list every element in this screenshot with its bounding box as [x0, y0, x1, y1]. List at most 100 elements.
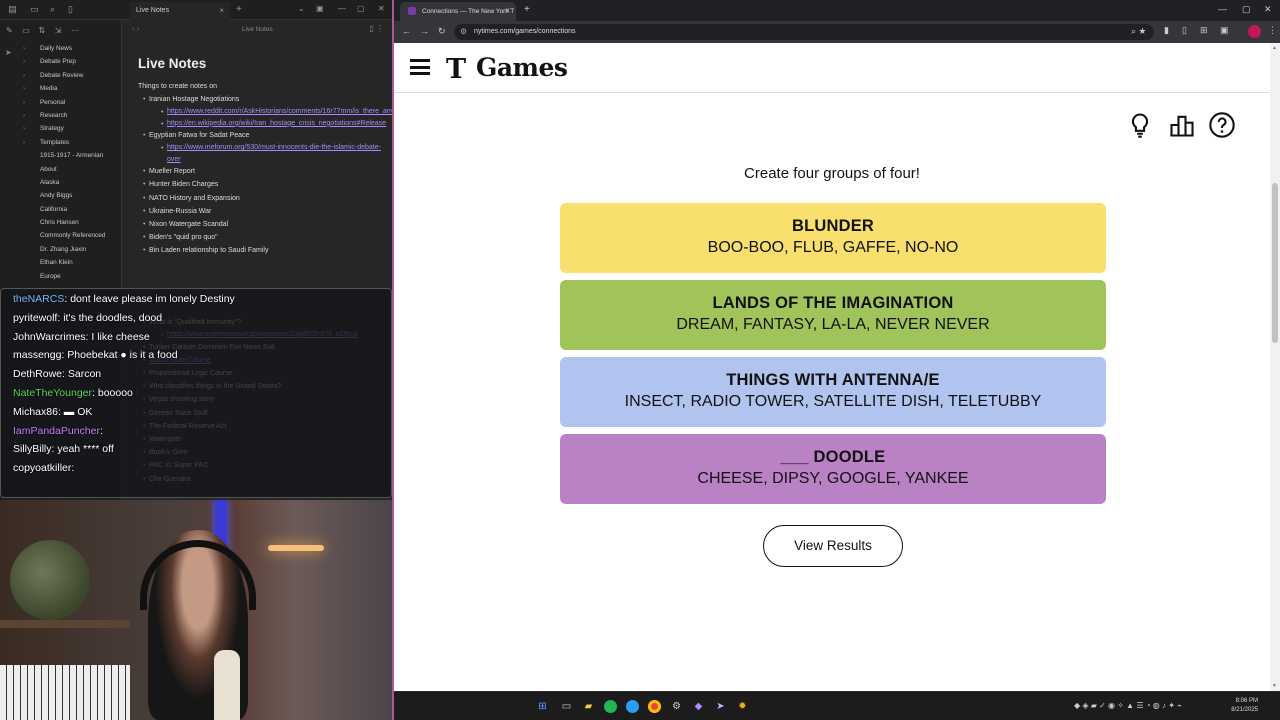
file-tree-item[interactable]: Research: [23, 109, 105, 123]
help-icon[interactable]: [1208, 111, 1236, 139]
start-icon[interactable]: ⊞: [536, 700, 549, 713]
steam-icon[interactable]: ➤: [714, 700, 727, 713]
reading-view-icon[interactable]: ▯ ⋮: [369, 24, 384, 33]
star-icon[interactable]: ★: [1139, 26, 1146, 36]
new-tab-button[interactable]: +: [524, 4, 530, 15]
page-scrollbar[interactable]: ▲ ▼: [1270, 43, 1280, 691]
bookmark-icon[interactable]: ▯: [66, 5, 75, 14]
task-view-icon[interactable]: ▭: [560, 700, 573, 713]
nyt-logo[interactable]: T: [446, 54, 466, 85]
chat-username[interactable]: Michax86: [13, 406, 58, 418]
forward-icon[interactable]: →: [420, 26, 429, 36]
layout-icon[interactable]: ▣: [316, 4, 324, 13]
chat-username[interactable]: pyritewolf: [13, 312, 57, 324]
extension-icon[interactable]: ▮: [1164, 25, 1169, 36]
file-tree-item[interactable]: California: [30, 203, 105, 216]
scrollbar-thumb[interactable]: [1272, 183, 1278, 343]
minimize-button[interactable]: —: [338, 4, 346, 13]
chat-text: : dont leave please im lonely Destiny: [64, 293, 235, 305]
note-link[interactable]: https://www.reddit.com/r/AskHistorians/c…: [167, 106, 392, 117]
spotify-icon[interactable]: [604, 700, 617, 713]
file-tree-item[interactable]: Commonly Referenced: [30, 229, 105, 242]
chat-username[interactable]: copyoatkiller: [13, 462, 71, 474]
notes-tab[interactable]: Live Notes ×: [130, 2, 230, 20]
file-tree-item[interactable]: Alaska: [30, 176, 105, 189]
sidepanel-icon[interactable]: ▣: [1220, 25, 1229, 36]
file-tree-item[interactable]: Personal: [23, 96, 105, 110]
chat-username[interactable]: IamPandaPuncher: [13, 425, 100, 437]
file-explorer-icon[interactable]: ▰: [582, 700, 595, 713]
extension-icon[interactable]: ⊞: [1200, 25, 1208, 36]
hamburger-menu-icon[interactable]: [410, 59, 430, 75]
edge-icon[interactable]: [626, 700, 639, 713]
site-info-icon[interactable]: ⚙: [460, 27, 467, 36]
chat-username[interactable]: SillyBilly: [13, 443, 52, 455]
profile-avatar[interactable]: [1248, 25, 1261, 38]
search-icon[interactable]: ⌕: [48, 5, 57, 14]
connections-favicon-icon: [408, 7, 416, 15]
file-tree-item[interactable]: Daily News: [23, 42, 105, 56]
file-tree-item[interactable]: Templates: [23, 136, 105, 150]
extension-icon[interactable]: ▯: [1182, 25, 1187, 36]
chevron-down-icon[interactable]: ⌄: [298, 4, 305, 13]
file-tree-item[interactable]: Debate Prep: [23, 55, 105, 69]
maximize-button[interactable]: ▢: [1242, 4, 1251, 15]
file-tree-item[interactable]: Strategy: [23, 122, 105, 136]
close-icon[interactable]: ×: [505, 6, 510, 15]
close-icon[interactable]: ×: [219, 6, 224, 15]
new-tab-button[interactable]: +: [236, 4, 242, 15]
scroll-down-icon[interactable]: ▼: [1272, 683, 1277, 689]
view-results-button[interactable]: View Results: [763, 525, 903, 567]
close-window-button[interactable]: ✕: [1264, 4, 1272, 15]
reload-icon[interactable]: ↻: [438, 26, 446, 37]
file-tree-item[interactable]: Dr. Zhang Jiaxin: [30, 243, 105, 256]
chat-username[interactable]: DethRowe: [13, 368, 62, 380]
file-tree-item[interactable]: 1915-1917 - Armenian: [30, 149, 105, 162]
scroll-up-icon[interactable]: ▲: [1272, 45, 1277, 51]
maximize-button[interactable]: ▢: [357, 4, 365, 13]
file-tree-item[interactable]: Media: [23, 82, 105, 96]
file-tree-item[interactable]: Andy Biggs: [30, 189, 105, 202]
send-icon[interactable]: ➤: [5, 48, 12, 57]
file-tree-item[interactable]: About: [30, 163, 105, 176]
new-note-icon[interactable]: ✎: [6, 26, 16, 35]
tab-connections[interactable]: Connections — The New York T ×: [400, 2, 516, 21]
games-logo[interactable]: Games: [476, 53, 568, 82]
back-icon[interactable]: ←: [402, 26, 411, 36]
collapse-icon[interactable]: ⇲: [55, 26, 65, 35]
note-link[interactable]: https://www.meforum.org/530/must-innocen…: [167, 142, 382, 165]
address-bar[interactable]: ⚙ nytimes.com/games/connections ⌕ ★: [454, 24, 1154, 40]
chat-username[interactable]: theNARCS: [13, 293, 64, 305]
sort-icon[interactable]: ⇅: [38, 26, 48, 35]
chat-username[interactable]: JohnWarcrimes: [13, 331, 86, 343]
chat-username[interactable]: NateTheYounger: [13, 387, 92, 399]
new-folder-icon[interactable]: ▭: [22, 26, 32, 35]
settings-icon[interactable]: ✹: [736, 700, 749, 713]
chat-username[interactable]: massengg: [13, 349, 61, 361]
app-icon[interactable]: ⚙: [670, 700, 683, 713]
group-words: INSECT, RADIO TOWER, SATELLITE DISH, TEL…: [624, 393, 1042, 410]
chat-text: : yeah **** off: [51, 443, 114, 456]
file-tree-item[interactable]: Chris Hansen: [30, 216, 105, 229]
nav-arrows[interactable]: ‹ ›: [132, 24, 140, 33]
folder-icon[interactable]: ▭: [30, 5, 39, 14]
file-tree-item[interactable]: Ethan Klein: [30, 256, 105, 269]
leaderboard-icon[interactable]: [1168, 111, 1196, 139]
zoom-icon[interactable]: ⌕: [1131, 26, 1136, 36]
sidebar-toggle-icon[interactable]: ▤: [8, 5, 17, 14]
tray-icons[interactable]: ◆ ◈ ▰ ✓ ◉ ✧ ▲ ☰ ◔ ◍ ♪ ✦ ⌁: [1074, 701, 1182, 710]
chat-message: DethRowe: Sarcon: [13, 368, 101, 380]
note-link[interactable]: https://en.wikipedia.org/wiki/Iran_hosta…: [167, 118, 386, 129]
lightbulb-icon[interactable]: [1126, 111, 1154, 139]
close-window-button[interactable]: ✕: [378, 4, 385, 13]
chrome-icon[interactable]: [648, 700, 661, 713]
file-tree-item[interactable]: Europe: [30, 270, 105, 283]
obsidian-icon[interactable]: ◆: [692, 700, 705, 713]
menu-icon[interactable]: ⋮: [1268, 25, 1277, 36]
file-tree-item[interactable]: Debate Review: [23, 69, 105, 83]
chat-text: : Phoebekat ● is it a food: [61, 349, 178, 362]
more-icon[interactable]: ⋯: [71, 26, 81, 35]
keyboard: [0, 665, 130, 720]
clock[interactable]: 8:06 PM 8/21/2025: [1222, 697, 1258, 715]
minimize-button[interactable]: —: [1218, 4, 1227, 14]
